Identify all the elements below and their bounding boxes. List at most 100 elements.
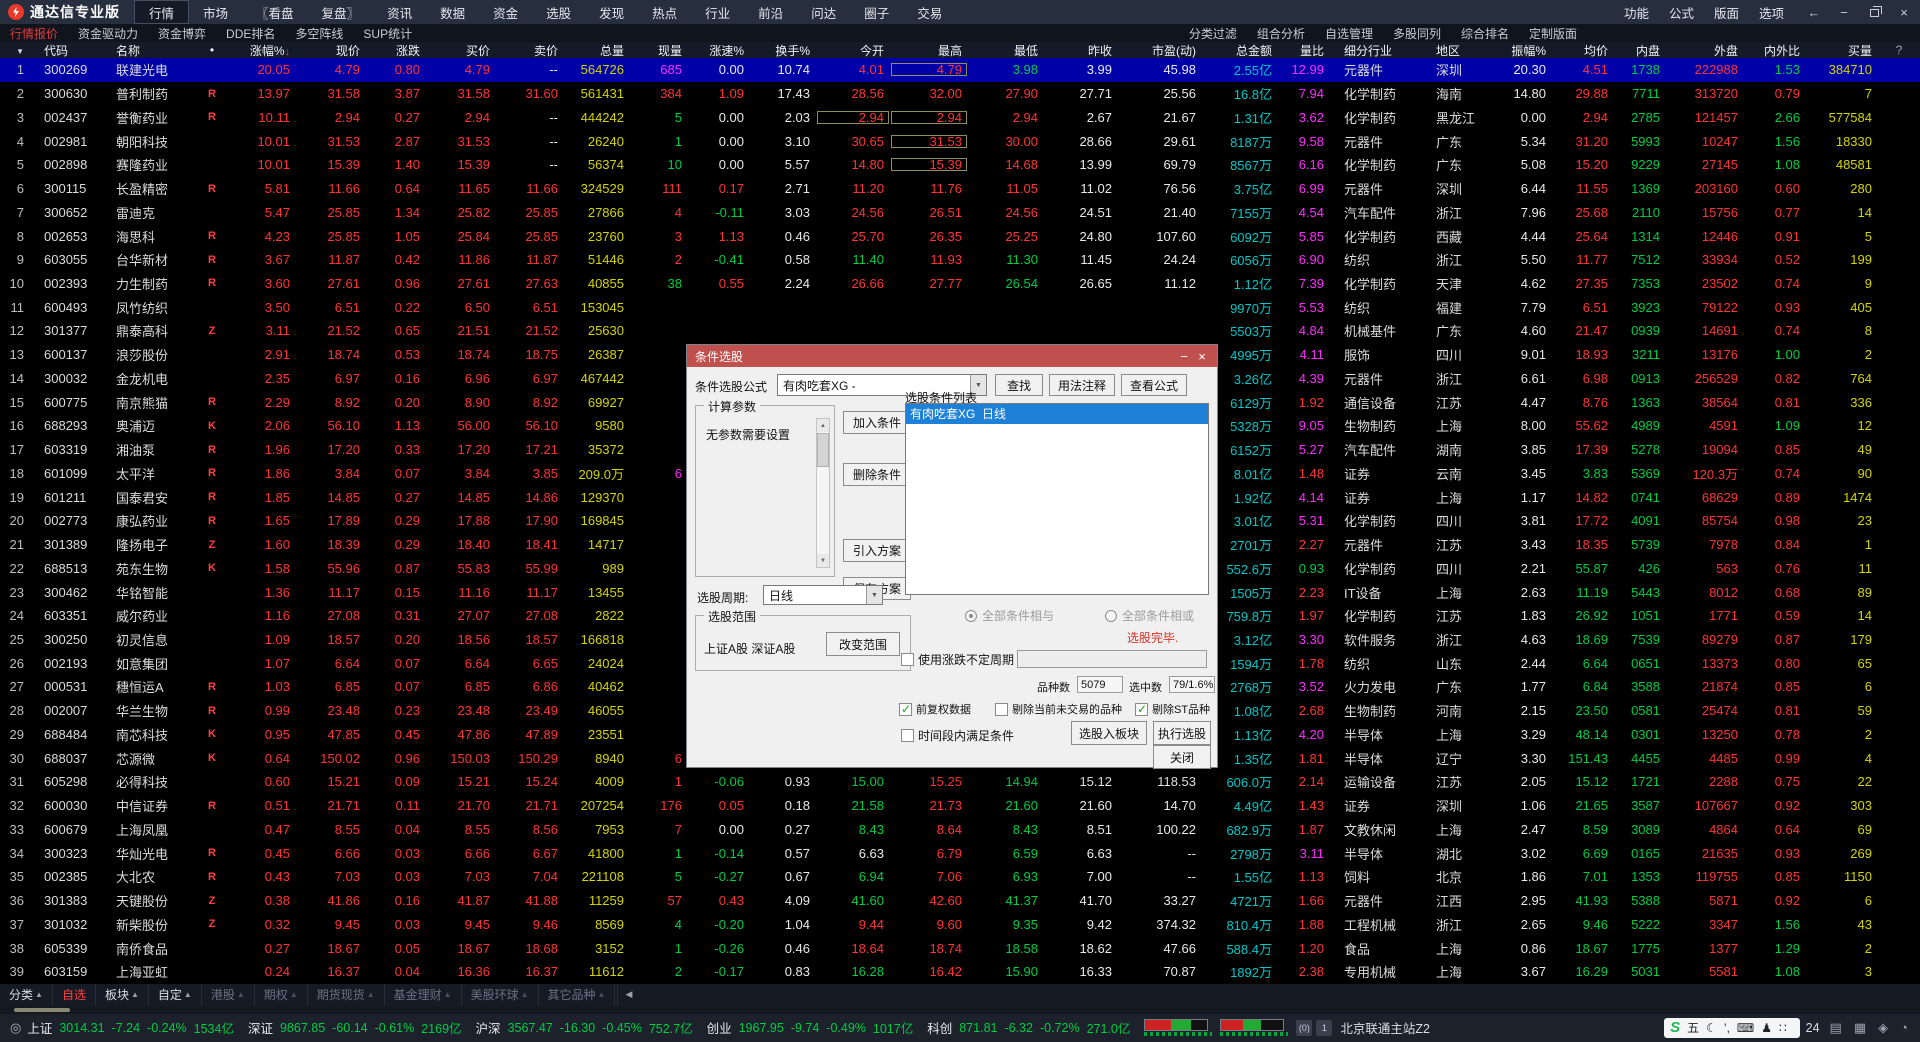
col-header-amt[interactable]: 总金额 [1202, 42, 1278, 59]
cell-outv[interactable]: 563 [1666, 561, 1744, 576]
cell-ind[interactable]: 饲料 [1330, 867, 1422, 886]
cell-sell[interactable]: 3.85 [496, 466, 564, 481]
cell-idx[interactable]: 9 [0, 252, 30, 267]
cell-chg[interactable]: 0.03 [366, 846, 426, 861]
cell-turn[interactable]: 0.46 [750, 941, 816, 956]
cell-qr[interactable]: 2.38 [1278, 964, 1330, 979]
cell-ampl[interactable]: 7.96 [1482, 205, 1552, 220]
cell-vol[interactable]: 69927 [564, 395, 630, 410]
cell-reg[interactable]: 辽宁 [1422, 749, 1482, 768]
ime-tool-icon[interactable]: ☾ [1706, 1021, 1717, 1035]
cell-bvol[interactable]: 89 [1806, 585, 1878, 600]
cell-prev[interactable]: 2.67 [1044, 110, 1118, 125]
cell-avg[interactable]: 17.72 [1552, 513, 1614, 528]
menu-item[interactable]: 前沿 [744, 0, 797, 24]
col-header-avg[interactable]: 均价 [1552, 42, 1614, 59]
cell-cur[interactable]: 1 [630, 774, 688, 789]
cell-pct[interactable]: 1.65 [224, 513, 296, 528]
cell-high[interactable]: 7.06 [890, 869, 968, 884]
cell-open[interactable]: 8.43 [816, 822, 890, 837]
cell-ratio[interactable]: 0.99 [1744, 751, 1806, 766]
cell-idx[interactable]: 1 [0, 62, 30, 77]
cell-avg[interactable]: 21.65 [1552, 798, 1614, 813]
cell-qr[interactable]: 5.85 [1278, 229, 1330, 244]
cell-pct[interactable]: 4.23 [224, 229, 296, 244]
ime-logo-icon[interactable]: S [1670, 1019, 1680, 1036]
cell-bvol[interactable]: 280 [1806, 181, 1878, 196]
cell-prev[interactable]: 11.02 [1044, 181, 1118, 196]
cell-sell[interactable]: -- [496, 134, 564, 149]
cell-ind[interactable]: 纺织 [1330, 654, 1422, 673]
cell-outv[interactable]: 119755 [1666, 869, 1744, 884]
cell-avg[interactable]: 27.35 [1552, 276, 1614, 291]
radio-all-or[interactable]: 全部条件相或 [1105, 607, 1194, 624]
cell-reg[interactable]: 上海 [1422, 583, 1482, 602]
cell-name[interactable]: 苑东生物 [102, 559, 200, 578]
cell-buy[interactable]: 11.86 [426, 252, 496, 267]
cell-buy[interactable]: 31.58 [426, 86, 496, 101]
cell-price[interactable]: 18.57 [296, 632, 366, 647]
cell-qr[interactable]: 12.99 [1278, 62, 1330, 77]
cell-amt[interactable]: 2798万 [1202, 844, 1278, 863]
cell-pct[interactable]: 0.27 [224, 941, 296, 956]
cell-vol[interactable]: 14717 [564, 537, 630, 552]
cell-pe[interactable]: 25.56 [1118, 86, 1202, 101]
cell-price[interactable]: 6.97 [296, 371, 366, 386]
cell-bvol[interactable]: 7 [1806, 86, 1878, 101]
cell-ratio[interactable]: 0.74 [1744, 276, 1806, 291]
cell-ratio[interactable]: 1.08 [1744, 157, 1806, 172]
cell-mark[interactable]: R [200, 396, 224, 408]
cell-ratio[interactable]: 0.85 [1744, 869, 1806, 884]
cell-code[interactable]: 002981 [30, 134, 102, 149]
cell-ratio[interactable]: 0.93 [1744, 300, 1806, 315]
cell-vol[interactable]: 2822 [564, 608, 630, 623]
cell-reg[interactable]: 浙江 [1422, 915, 1482, 934]
cell-low[interactable]: 25.25 [968, 229, 1044, 244]
cell-ampl[interactable]: 1.86 [1482, 869, 1552, 884]
cell-pct[interactable]: 0.60 [224, 774, 296, 789]
cell-inv[interactable]: 0581 [1614, 703, 1666, 718]
cell-ind[interactable]: 纺织 [1330, 250, 1422, 269]
cell-idx[interactable]: 2 [0, 86, 30, 101]
checkbox-updown-period[interactable]: 使用涨跌不定周期 [901, 651, 1014, 668]
cell-pct[interactable]: 2.91 [224, 347, 296, 362]
cell-code[interactable]: 688513 [30, 561, 102, 576]
cell-ampl[interactable]: 5.08 [1482, 157, 1552, 172]
cell-price[interactable]: 27.08 [296, 608, 366, 623]
scroll-up-icon[interactable]: ▲ [817, 419, 829, 432]
minimize-button[interactable]: − [1836, 5, 1852, 20]
cell-low[interactable]: 11.30 [968, 252, 1044, 267]
cell-qr[interactable]: 1.88 [1278, 917, 1330, 932]
cell-qr[interactable]: 9.58 [1278, 134, 1330, 149]
cell-mark[interactable]: R [200, 183, 224, 195]
cell-prev[interactable]: 27.71 [1044, 86, 1118, 101]
cell-turn[interactable]: 0.83 [750, 964, 816, 979]
cell-ratio[interactable]: 0.91 [1744, 229, 1806, 244]
cell-qr[interactable]: 4.84 [1278, 323, 1330, 338]
dialog-close-icon[interactable]: × [1193, 349, 1211, 364]
cell-vol[interactable]: 561431 [564, 86, 630, 101]
cell-ind[interactable]: 生物制药 [1330, 701, 1422, 720]
cell-sell[interactable]: 8.92 [496, 395, 564, 410]
cell-mark[interactable]: K [200, 728, 224, 740]
cell-vol[interactable]: 24024 [564, 656, 630, 671]
cell-bvol[interactable]: 6 [1806, 893, 1878, 908]
cell-mark[interactable]: R [200, 277, 224, 289]
cell-vol[interactable]: 444242 [564, 110, 630, 125]
cell-bvol[interactable]: 1150 [1806, 869, 1878, 884]
toolbar-item[interactable]: 资金驱动力 [68, 25, 148, 42]
cell-name[interactable]: 长盈精密 [102, 179, 200, 198]
tray-icon-2[interactable]: ◈ [1878, 1020, 1888, 1036]
cell-price[interactable]: 31.58 [296, 86, 366, 101]
toolbar-item[interactable]: 多空阵线 [285, 25, 353, 42]
cell-open[interactable]: 16.28 [816, 964, 890, 979]
cell-ampl[interactable]: 5.50 [1482, 252, 1552, 267]
cell-pct[interactable]: 5.47 [224, 205, 296, 220]
cell-name[interactable]: 雷迪克 [102, 203, 200, 222]
cell-idx[interactable]: 24 [0, 608, 30, 623]
cell-sell[interactable]: 18.41 [496, 537, 564, 552]
cell-inv[interactable]: 5222 [1614, 917, 1666, 932]
cell-pct[interactable]: 0.24 [224, 964, 296, 979]
cell-pct[interactable]: 0.47 [224, 822, 296, 837]
cell-buy[interactable]: 4.79 [426, 62, 496, 77]
